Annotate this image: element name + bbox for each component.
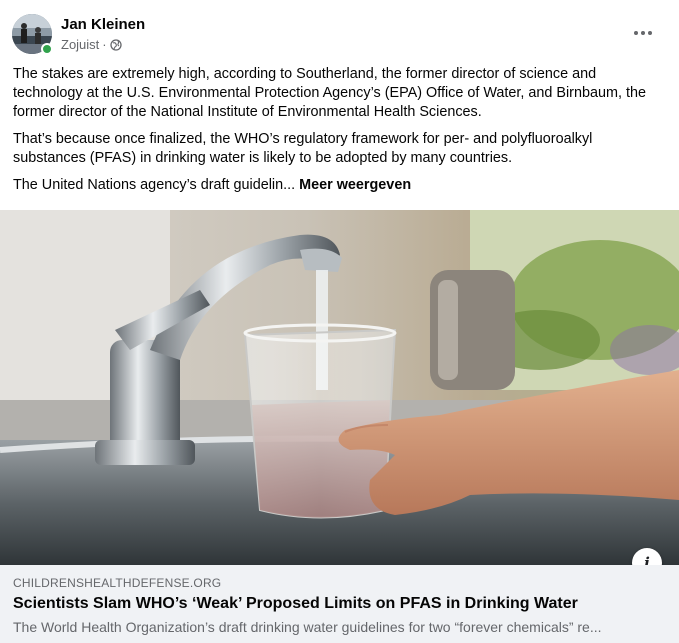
meta-separator: · [102,37,107,52]
link-domain: CHILDRENSHEALTHDEFENSE.ORG [13,576,222,590]
more-options-button[interactable] [626,18,660,48]
post-meta: Zojuist · [61,37,122,52]
post-paragraph: That’s because once finalized, the WHO’s… [13,131,593,166]
globe-icon [109,38,122,51]
link-preview-image[interactable] [0,210,679,565]
see-more-link[interactable]: Meer weergeven [299,177,411,193]
more-options-icon-dot [641,31,645,35]
post-time[interactable]: Zojuist [61,37,99,52]
post-paragraph-truncated: The United Nations agency’s draft guidel… [13,176,663,195]
truncated-text: The United Nations agency’s draft guidel… [13,177,296,193]
link-title[interactable]: Scientists Slam WHO’s ‘Weak’ Proposed Li… [13,595,578,613]
post-text: The stakes are extremely high, according… [13,65,663,203]
online-status-indicator [41,43,53,55]
post-paragraph: The stakes are extremely high, according… [13,66,646,120]
link-preview-footer[interactable]: CHILDRENSHEALTHDEFENSE.ORG Scientists Sl… [0,565,679,643]
post-card: Jan Kleinen Zojuist · The stakes are ext… [0,0,679,643]
author-name[interactable]: Jan Kleinen [61,16,145,33]
link-description: The World Health Organization’s draft dr… [13,619,602,635]
more-options-icon [634,31,638,35]
more-options-icon-dot [648,31,652,35]
